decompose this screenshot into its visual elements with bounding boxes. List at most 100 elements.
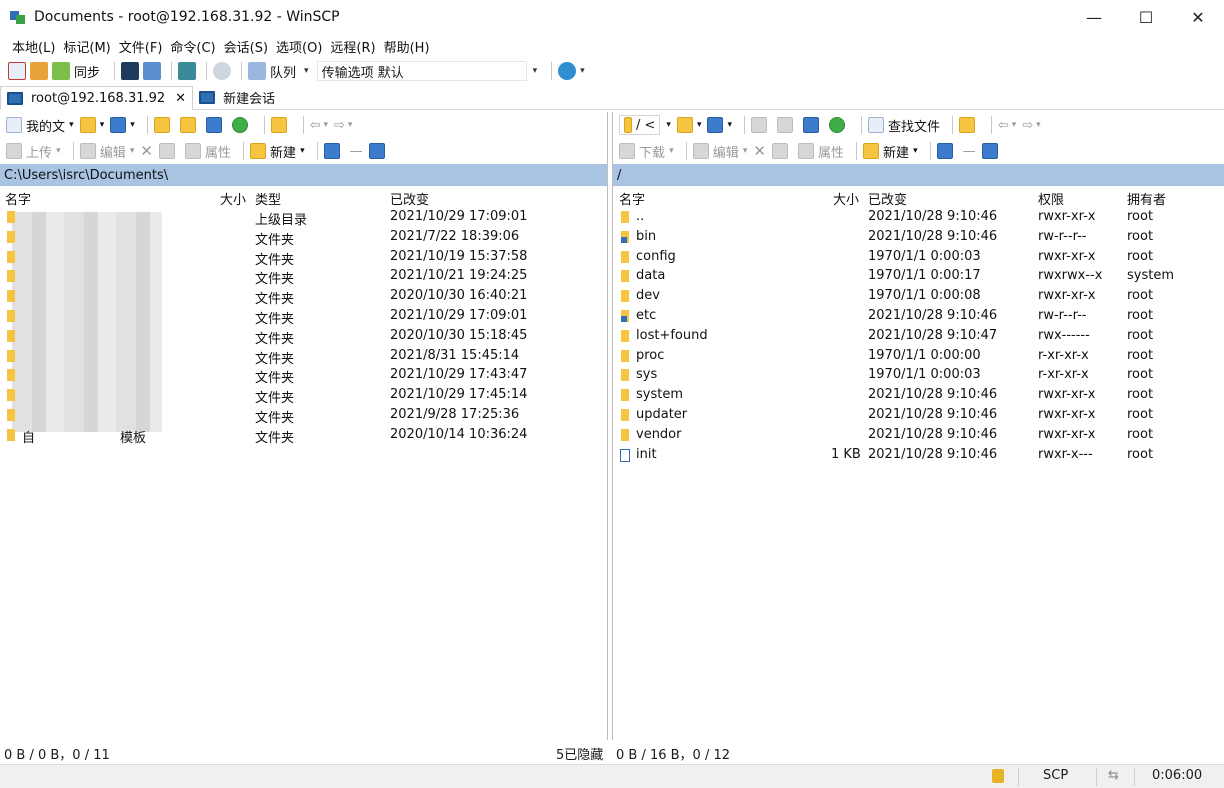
- col-size[interactable]: 大小: [833, 189, 859, 208]
- local-filter-button[interactable]: ▾: [110, 117, 135, 133]
- queue-button[interactable]: 队列: [270, 62, 296, 81]
- putty-icon[interactable]: [143, 62, 162, 80]
- remote-refresh-button[interactable]: [829, 117, 849, 133]
- local-open-folder-button[interactable]: ▾: [79, 117, 104, 133]
- menu-local[interactable]: 本地(L): [8, 37, 59, 56]
- local-refresh-button[interactable]: [231, 117, 252, 133]
- queue-dropdown-icon[interactable]: ▾: [304, 66, 309, 76]
- remote-properties-button[interactable]: 属性: [797, 142, 844, 161]
- table-row[interactable]: system 2021/10/28 9:10:46 rwxr-xr-x root: [613, 386, 1224, 406]
- table-row[interactable]: 文件夹 2021/8/31 15:45:14: [0, 347, 607, 367]
- table-row[interactable]: proc 1970/1/1 0:00:00 r-xr-xr-x root: [613, 347, 1224, 367]
- sync-icon[interactable]: [52, 62, 70, 80]
- local-select-all-button[interactable]: [323, 143, 344, 159]
- upload-button[interactable]: 上传 ▾: [6, 142, 61, 161]
- menu-remote[interactable]: 远程(R): [326, 37, 379, 56]
- find-files-button[interactable]: 查找文件: [868, 116, 940, 135]
- remote-rename-button[interactable]: [771, 143, 792, 159]
- menu-mark[interactable]: 标记(M): [59, 37, 114, 56]
- remote-filter-button[interactable]: ▾: [707, 117, 732, 133]
- preferences-icon[interactable]: [213, 62, 232, 80]
- remote-forward-button[interactable]: ⇨ ▾: [1022, 118, 1040, 133]
- col-rights[interactable]: 权限: [1038, 189, 1064, 208]
- local-back-button[interactable]: ⇦ ▾: [310, 118, 328, 133]
- local-unselect-button[interactable]: —: [350, 144, 363, 159]
- remote-new-button[interactable]: 新建 ▾: [862, 142, 918, 161]
- table-row[interactable]: 上级目录 2021/10/29 17:09:01: [0, 208, 607, 228]
- table-row[interactable]: 文件夹 2020/10/30 16:40:21: [0, 287, 607, 307]
- table-row[interactable]: 文件夹 2021/9/28 17:25:36: [0, 406, 607, 426]
- local-rename-button[interactable]: [158, 143, 179, 159]
- table-row[interactable]: vendor 2021/10/28 9:10:46 rwxr-xr-x root: [613, 426, 1224, 446]
- remote-filter-select-button[interactable]: [981, 143, 1002, 159]
- tab-session[interactable]: root@192.168.31.92 ✕: [0, 86, 194, 110]
- remote-select-all-button[interactable]: [936, 143, 957, 159]
- remote-unselect-button[interactable]: —: [963, 144, 976, 159]
- table-row[interactable]: 文件夹 2021/10/19 15:37:58: [0, 248, 607, 268]
- local-parent-dir-button[interactable]: [153, 117, 174, 133]
- maximize-button[interactable]: ☐: [1120, 0, 1172, 34]
- menu-help[interactable]: 帮助(H): [380, 37, 434, 56]
- col-modified[interactable]: 已改变: [390, 189, 429, 208]
- synchronize-browsing-icon[interactable]: [30, 62, 48, 80]
- col-name[interactable]: 名字: [5, 189, 31, 208]
- local-location-select[interactable]: 我的文 ▾: [6, 116, 74, 135]
- remote-location-select[interactable]: / <: [619, 115, 661, 135]
- table-row[interactable]: config 1970/1/1 0:00:03 rwxr-xr-x root: [613, 248, 1224, 268]
- local-delete-button[interactable]: ✕: [140, 142, 153, 160]
- table-row[interactable]: lost+found 2021/10/28 9:10:47 rwx------ roo…: [613, 327, 1224, 347]
- table-row[interactable]: dev 1970/1/1 0:00:08 rwxr-xr-x root: [613, 287, 1224, 307]
- queue-icon[interactable]: [248, 62, 267, 80]
- menu-commands[interactable]: 命令(C): [166, 37, 219, 56]
- local-find-button[interactable]: [270, 117, 291, 133]
- minimize-button[interactable]: —: [1068, 0, 1120, 34]
- col-size[interactable]: 大小: [220, 189, 246, 208]
- table-row[interactable]: 自模板 文件夹 2020/10/14 10:36:24: [0, 426, 607, 446]
- menu-options[interactable]: 选项(O): [272, 37, 326, 56]
- table-row[interactable]: 文件夹 2021/7/22 18:39:06: [0, 228, 607, 248]
- table-row[interactable]: init 1 KB 2021/10/28 9:10:46 rwxr-x--- root: [613, 446, 1224, 466]
- table-row[interactable]: bin 2021/10/28 9:10:46 rw-r--r-- root: [613, 228, 1224, 248]
- local-home-button[interactable]: [205, 117, 226, 133]
- table-row[interactable]: 文件夹 2021/10/21 19:24:25: [0, 267, 607, 287]
- local-properties-button[interactable]: 属性: [184, 142, 231, 161]
- sync-button[interactable]: 同步: [74, 62, 100, 81]
- col-type[interactable]: 类型: [255, 189, 281, 208]
- local-path-bar[interactable]: C:\Users\isrc\Documents\: [0, 164, 607, 186]
- table-row[interactable]: sys 1970/1/1 0:00:03 r-xr-xr-x root: [613, 366, 1224, 386]
- remote-parent-dir-button[interactable]: [751, 117, 771, 133]
- local-new-button[interactable]: 新建 ▾: [249, 142, 305, 161]
- download-button[interactable]: 下载 ▾: [619, 142, 674, 161]
- col-modified[interactable]: 已改变: [868, 189, 907, 208]
- remote-path-bar[interactable]: /: [613, 164, 1224, 186]
- compare-directories-icon[interactable]: [8, 62, 26, 80]
- table-row[interactable]: updater 2021/10/28 9:10:46 rwxr-xr-x root: [613, 406, 1224, 426]
- table-row[interactable]: 文件夹 2021/10/29 17:09:01: [0, 307, 607, 327]
- terminal-icon[interactable]: [121, 62, 140, 80]
- tab-new-session[interactable]: 新建会话: [193, 85, 281, 109]
- table-row[interactable]: 文件夹 2021/10/29 17:43:47: [0, 366, 607, 386]
- close-button[interactable]: ✕: [1172, 0, 1224, 34]
- menu-files[interactable]: 文件(F): [115, 37, 167, 56]
- table-row[interactable]: .. 2021/10/28 9:10:46 rwxr-xr-x root: [613, 208, 1224, 228]
- globe-dropdown-icon[interactable]: ▾: [580, 66, 585, 76]
- menu-session[interactable]: 会话(S): [220, 37, 272, 56]
- remote-location-dropdown-icon[interactable]: ▾: [666, 120, 671, 130]
- remote-back-button[interactable]: ⇦ ▾: [998, 118, 1016, 133]
- transfer-settings-dropdown-icon[interactable]: ▾: [533, 66, 538, 76]
- remote-home-button[interactable]: [803, 117, 823, 133]
- local-edit-button[interactable]: 编辑 ▾: [79, 142, 134, 161]
- remote-bookmark-button[interactable]: [959, 117, 979, 133]
- table-row[interactable]: data 1970/1/1 0:00:17 rwxrwx--x system: [613, 267, 1224, 287]
- local-forward-button[interactable]: ⇨ ▾: [334, 118, 352, 133]
- transfer-settings-select[interactable]: 传输选项 默认: [316, 61, 527, 81]
- local-filter-select-button[interactable]: [368, 143, 389, 159]
- col-name[interactable]: 名字: [619, 189, 645, 208]
- sync-directories-icon[interactable]: [178, 62, 197, 80]
- globe-icon[interactable]: [558, 62, 577, 80]
- remote-open-folder-button[interactable]: ▾: [676, 117, 701, 133]
- table-row[interactable]: etc 2021/10/28 9:10:46 rw-r--r-- root: [613, 307, 1224, 327]
- remote-edit-button[interactable]: 编辑 ▾: [692, 142, 747, 161]
- remote-delete-button[interactable]: ✕: [753, 142, 766, 160]
- table-row[interactable]: 文件夹 2021/10/29 17:45:14: [0, 386, 607, 406]
